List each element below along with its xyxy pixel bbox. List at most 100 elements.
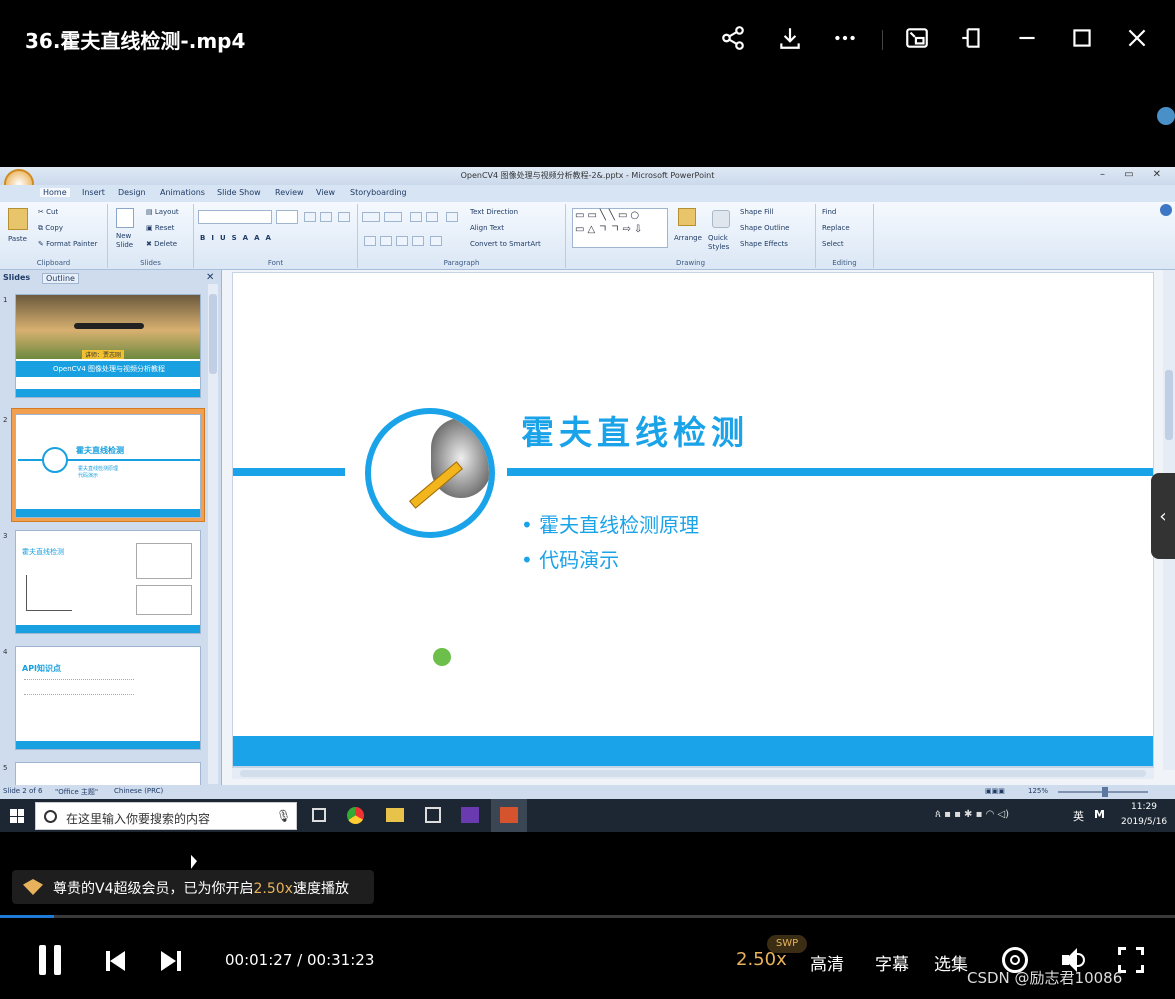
clear-format-icon[interactable] (338, 212, 350, 222)
progress-bar[interactable] (0, 915, 1175, 918)
ime-mode-icon[interactable]: M (1094, 808, 1105, 821)
tab-animations[interactable]: Animations (160, 188, 205, 197)
layout-icon: ▤ (146, 208, 155, 216)
justify-icon[interactable] (412, 236, 424, 246)
format-painter-button[interactable]: ✎ Format Painter (38, 240, 98, 248)
slide-thumbnail-3[interactable]: 霍夫直线检测 (15, 530, 201, 634)
pin-icon[interactable] (956, 22, 988, 54)
arrange-button[interactable]: Arrange (674, 234, 702, 242)
bullets-icon[interactable] (362, 212, 380, 222)
help-icon[interactable] (1160, 204, 1172, 216)
tab-outline[interactable]: Outline (42, 273, 79, 284)
delete-button[interactable]: ✖ Delete (146, 240, 177, 248)
triangle-figure (26, 575, 72, 611)
ime-indicator[interactable]: 英 (1073, 808, 1084, 824)
close-icon[interactable] (1121, 22, 1153, 54)
video-frame[interactable]: OpenCV4 图像处理与视频分析教程-2&.pptx - Microsoft … (0, 167, 1175, 832)
align-center-icon[interactable] (380, 236, 392, 246)
shape-outline-button[interactable]: Shape Outline (740, 224, 789, 232)
layout-button[interactable]: ▤ Layout (146, 208, 179, 216)
font-name-combo[interactable] (198, 210, 272, 224)
taskbar-search-box[interactable]: 在这里输入你要搜索的内容 🎙 (35, 802, 297, 830)
columns-icon[interactable] (430, 236, 442, 246)
find-button[interactable]: Find (822, 208, 836, 216)
calendar-icon[interactable] (425, 807, 441, 823)
align-left-icon[interactable] (364, 236, 376, 246)
system-tray-icons[interactable]: ጰ ▪ ▪ ✱ ▪ ◠ ◁) (935, 809, 1009, 820)
panel-scroll-thumb[interactable] (209, 294, 217, 374)
cut-button[interactable]: ✂ Cut (38, 208, 58, 216)
pip-icon[interactable] (901, 22, 933, 54)
minimize-icon[interactable] (1011, 22, 1043, 54)
slide-thumbnail-1[interactable]: 讲师：贾志刚 OpenCV4 图像处理与视频分析教程 (15, 294, 201, 398)
share-icon[interactable] (717, 22, 749, 54)
slide-horizontal-scrollbar[interactable] (232, 767, 1154, 779)
new-slide-button[interactable]: New Slide (116, 232, 140, 250)
shapes-gallery[interactable]: ▭▭╲╲▭○ ▭△ㄱㄱ⇨⇩ (572, 208, 668, 248)
thumb-title: 霍夫直线检测 (76, 446, 124, 455)
shrink-font-icon[interactable] (320, 212, 332, 222)
align-text-button[interactable]: Align Text (470, 224, 504, 232)
status-slide-info: Slide 2 of 6 (3, 787, 43, 795)
quick-styles-button[interactable]: Quick Styles (708, 234, 732, 252)
zoom-slider-handle[interactable] (1102, 787, 1108, 797)
view-buttons-icon[interactable]: ▣▣▣ (985, 787, 1005, 795)
text-direction-button[interactable]: Text Direction (470, 208, 518, 216)
powerpoint-taskbar-item[interactable] (491, 799, 527, 832)
shape-fill-button[interactable]: Shape Fill (740, 208, 774, 216)
floating-ball-icon[interactable] (1157, 107, 1175, 125)
slide-thumbnail-2[interactable]: 霍夫直线检测 霍夫直线检测原理 代码演示 (15, 414, 201, 518)
next-icon[interactable] (161, 951, 183, 971)
select-button[interactable]: Select (822, 240, 844, 248)
visual-studio-icon[interactable] (461, 807, 479, 823)
slide-hscroll-thumb[interactable] (240, 770, 1146, 777)
reset-button[interactable]: ▣ Reset (146, 224, 174, 232)
tab-storyboarding[interactable]: Storyboarding (350, 188, 407, 197)
new-slide-icon[interactable] (116, 208, 134, 228)
task-view-icon[interactable] (312, 808, 326, 822)
download-icon[interactable] (774, 22, 806, 54)
paste-icon[interactable] (8, 208, 28, 230)
font-size-combo[interactable] (276, 210, 298, 224)
tab-design[interactable]: Design (118, 188, 146, 197)
slide-thumbnail-4[interactable]: API知识点 (15, 646, 201, 750)
prev-icon[interactable] (106, 951, 128, 971)
tab-insert[interactable]: Insert (82, 188, 105, 197)
replace-button[interactable]: Replace (822, 224, 850, 232)
panel-close-icon[interactable]: ✕ (206, 272, 214, 283)
arrange-icon[interactable] (678, 208, 696, 226)
line-spacing-icon[interactable] (446, 212, 458, 222)
convert-smartart-button[interactable]: Convert to SmartArt (470, 240, 541, 248)
tab-slide-show[interactable]: Slide Show (217, 188, 261, 197)
slide-canvas[interactable]: 霍夫直线检测 • 霍夫直线检测原理 • 代码演示 (232, 272, 1154, 767)
tab-review[interactable]: Review (275, 188, 304, 197)
panel-scrollbar[interactable] (208, 284, 218, 784)
tab-view[interactable]: View (316, 188, 335, 197)
quality-button[interactable]: 高清 (810, 950, 844, 975)
pp-window-controls-icon[interactable]: – ▭ ✕ (1100, 169, 1161, 180)
quick-styles-icon[interactable] (712, 210, 730, 228)
copy-button[interactable]: ⧉ Copy (38, 224, 63, 233)
more-icon[interactable] (829, 22, 861, 54)
grow-font-icon[interactable] (304, 212, 316, 222)
chrome-icon[interactable] (347, 807, 364, 824)
align-right-icon[interactable] (396, 236, 408, 246)
pause-icon[interactable] (39, 945, 63, 975)
episodes-button[interactable]: 选集 (934, 950, 968, 975)
microphone-icon[interactable]: 🎙 (276, 809, 291, 823)
tab-slides[interactable]: Slides (3, 273, 30, 282)
maximize-icon[interactable] (1066, 22, 1098, 54)
collapse-arrow-icon[interactable]: ‹ (1151, 473, 1175, 559)
tab-home[interactable]: Home (40, 188, 70, 197)
outdent-icon[interactable] (426, 212, 438, 222)
indent-icon[interactable] (410, 212, 422, 222)
windows-start-icon[interactable] (10, 809, 24, 823)
paste-button[interactable]: Paste (8, 235, 27, 243)
subtitle-button[interactable]: 字幕 (875, 950, 909, 975)
numbering-icon[interactable] (384, 212, 402, 222)
file-explorer-icon[interactable] (386, 808, 404, 822)
shape-effects-button[interactable]: Shape Effects (740, 240, 788, 248)
slide-thumbnail-5[interactable] (15, 762, 201, 787)
slide-scroll-thumb[interactable] (1165, 370, 1173, 440)
font-style-icons[interactable]: BIUSAAA (200, 234, 277, 242)
